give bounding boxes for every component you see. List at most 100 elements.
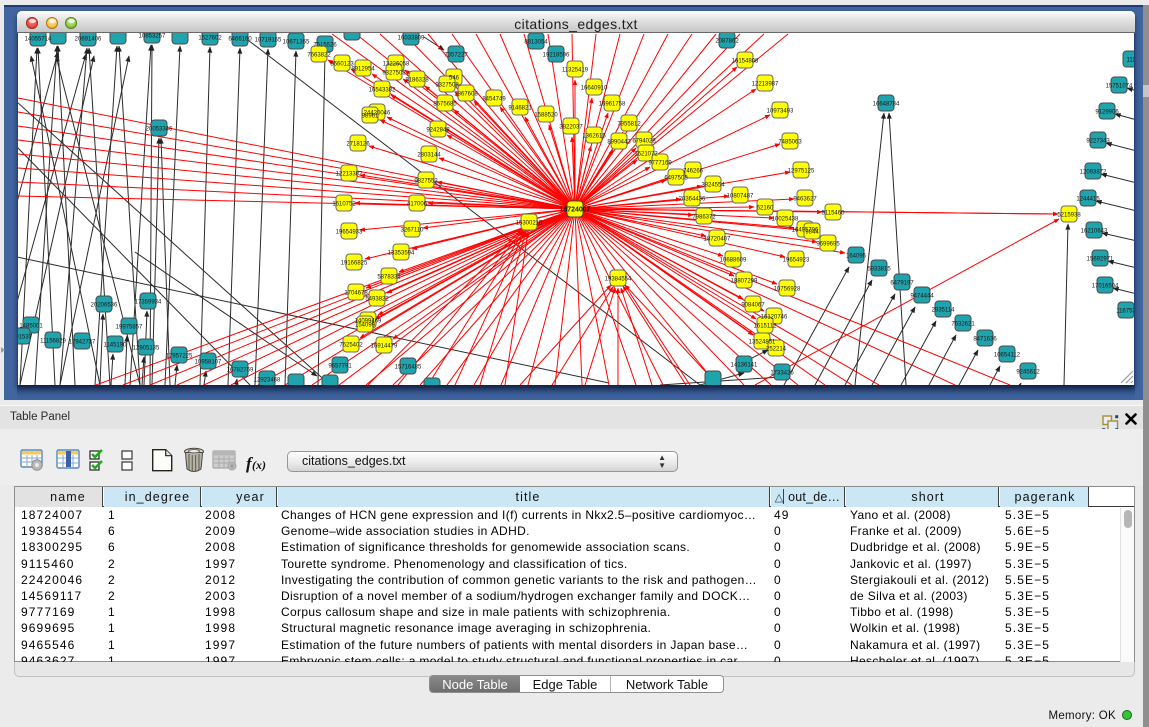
svg-text:12975125: 12975125 [788, 169, 815, 175]
svg-text:8990443: 8990443 [607, 140, 631, 146]
svg-text:17359934: 17359934 [135, 300, 162, 306]
svg-text:16543382: 16543382 [369, 88, 396, 94]
svg-text:12093872: 12093872 [1080, 170, 1107, 176]
svg-text:9327508: 9327508 [435, 83, 459, 89]
svg-text:9844: 9844 [805, 230, 819, 236]
svg-text:19166825: 19166825 [341, 261, 368, 267]
svg-text:7986372: 7986372 [692, 215, 716, 221]
svg-text:62160: 62160 [757, 206, 774, 212]
svg-text:417006: 417006 [407, 202, 428, 208]
svg-text:5493822: 5493822 [365, 297, 389, 303]
svg-text:1588520: 1588520 [534, 113, 558, 119]
svg-text:10025438: 10025438 [772, 217, 799, 223]
svg-text:16154808: 16154808 [732, 59, 759, 65]
svg-text:9227343: 9227343 [1086, 139, 1110, 145]
svg-text:9129906: 9129906 [1095, 110, 1119, 116]
svg-text:7663822: 7663822 [307, 53, 331, 59]
svg-text:15751074: 15751074 [1106, 84, 1133, 90]
svg-text:5933815: 5933815 [867, 267, 891, 273]
svg-text:16210643: 16210643 [1081, 229, 1108, 235]
svg-text:9827552: 9827552 [414, 179, 438, 185]
svg-text:8471636: 8471636 [973, 337, 997, 343]
svg-text:15716485: 15716485 [395, 365, 422, 371]
svg-text:98961: 98961 [362, 114, 379, 120]
svg-text:8186328: 8186328 [405, 78, 429, 84]
svg-text:10958107: 10958107 [195, 360, 222, 366]
svg-text:17942737: 17942737 [69, 340, 96, 346]
svg-text:15692971: 15692971 [1087, 257, 1114, 263]
svg-text:2718126: 2718126 [346, 142, 370, 148]
svg-text:2087862: 2087862 [715, 39, 739, 45]
svg-text:1362615: 1362615 [582, 134, 606, 140]
svg-text:16640910: 16640910 [581, 86, 608, 92]
svg-text:17016504: 17016504 [1092, 284, 1119, 290]
svg-text:16914479: 16914479 [371, 344, 398, 350]
svg-text:9327503: 9327503 [382, 71, 406, 77]
svg-text:2935114: 2935114 [932, 308, 956, 314]
svg-text:13226058: 13226058 [383, 62, 410, 68]
svg-text:7515526: 7515526 [313, 43, 337, 49]
svg-text:10654112: 10654112 [994, 353, 1021, 359]
svg-text:20364436: 20364436 [679, 197, 706, 203]
svg-text:3824554: 3824554 [701, 183, 725, 189]
svg-text:14055714: 14055714 [25, 37, 52, 43]
svg-text:6497508: 6497508 [664, 176, 688, 182]
svg-text:8813054: 8813054 [524, 40, 548, 46]
svg-text:5878332: 5878332 [377, 275, 401, 281]
svg-text:12213382: 12213382 [336, 172, 363, 178]
svg-text:9657791: 9657791 [328, 364, 352, 370]
svg-text:12905135: 12905135 [133, 346, 160, 352]
svg-text:8675685: 8675685 [433, 102, 457, 108]
svg-text:7357227: 7357227 [444, 53, 468, 59]
svg-text:8912954: 8912954 [351, 67, 375, 73]
svg-text:11325419: 11325419 [562, 68, 589, 74]
svg-text:20691406: 20691406 [75, 37, 102, 43]
svg-text:252214: 252214 [766, 347, 787, 353]
svg-text:16033809: 16033809 [398, 36, 425, 42]
svg-text:10671355: 10671355 [283, 40, 310, 46]
svg-text:546: 546 [449, 76, 460, 82]
svg-text:18724007: 18724007 [559, 207, 590, 214]
svg-text:7485063: 7485063 [778, 140, 802, 146]
svg-text:10807487: 10807487 [727, 194, 754, 200]
svg-text:10853257: 10853257 [139, 34, 166, 40]
svg-text:3267110: 3267110 [401, 228, 425, 234]
svg-text:2867608: 2867608 [454, 92, 478, 98]
svg-text:16648784: 16648784 [873, 102, 900, 108]
svg-text:164095: 164095 [846, 254, 867, 260]
svg-text:1621072: 1621072 [634, 152, 658, 158]
svg-text:12923468: 12923468 [254, 378, 281, 384]
svg-text:1244415: 1244415 [1076, 197, 1100, 203]
svg-text:154099: 154099 [355, 323, 376, 329]
svg-text:7632621: 7632621 [951, 322, 975, 328]
svg-text:9777169: 9777169 [648, 161, 672, 167]
svg-text:9474444: 9474444 [910, 294, 934, 300]
svg-text:10756928: 10756928 [774, 287, 801, 293]
svg-text:9115460: 9115460 [822, 211, 846, 217]
svg-text:19654923: 19654923 [783, 258, 810, 264]
svg-text:15300215: 15300215 [516, 221, 543, 227]
svg-text:9699695: 9699695 [816, 242, 840, 248]
svg-text:7955812: 7955812 [617, 122, 641, 128]
svg-text:19384554: 19384554 [605, 277, 632, 283]
svg-text:1485001: 1485001 [19, 324, 43, 330]
svg-text:(x): (x) [252, 458, 266, 472]
svg-text:991537: 991537 [17, 335, 33, 341]
svg-text:7625402: 7625402 [339, 343, 363, 349]
svg-text:10719155: 10719155 [255, 38, 282, 44]
svg-text:6794028: 6794028 [632, 139, 656, 145]
svg-text:10973493: 10973493 [767, 109, 794, 115]
svg-text:13353594: 13353594 [388, 251, 415, 257]
svg-text:18720407: 18720407 [704, 237, 731, 243]
svg-text:2803144: 2803144 [417, 153, 441, 159]
svg-text:19654933: 19654933 [336, 230, 363, 236]
svg-text:746266: 746266 [683, 169, 704, 175]
svg-text:1145190: 1145190 [104, 343, 128, 349]
svg-text:11156829: 11156829 [40, 339, 66, 345]
svg-text:19975857: 19975857 [116, 325, 143, 331]
svg-text:9146821: 9146821 [508, 106, 532, 112]
svg-text:20206536: 20206536 [91, 303, 118, 309]
svg-text:9245612: 9245612 [1016, 370, 1040, 376]
svg-text:3822037: 3822037 [559, 125, 583, 131]
svg-text:16961758: 16961758 [599, 102, 626, 108]
